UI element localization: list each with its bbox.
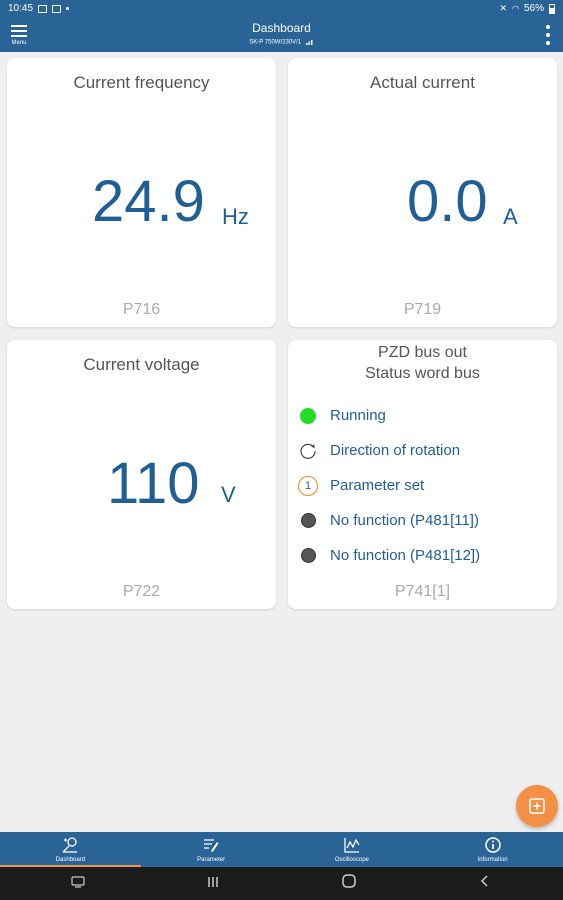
tab-information[interactable]: Information: [422, 832, 563, 867]
voltage-title: Current voltage: [83, 355, 200, 374]
more-dot-icon: [546, 33, 550, 37]
green-dot-icon: [298, 406, 318, 426]
status-item-label: Running: [330, 407, 386, 424]
frequency-card[interactable]: Current frequency 24.9 Hz P716: [7, 58, 276, 327]
more-dot-icon: [546, 41, 550, 45]
status-item-label: Parameter set: [330, 477, 425, 494]
status-item-direction: Direction of rotation: [298, 433, 480, 468]
current-value: 0.0: [407, 169, 488, 234]
battery-icon: [549, 3, 555, 14]
more-dot-icon: [546, 25, 550, 29]
device-subtitle: SK-P 750W/230V/1: [0, 39, 563, 46]
photo-notification-icon: [52, 4, 62, 13]
tab-label: Dashboard: [55, 857, 86, 863]
current-unit: A: [503, 204, 518, 229]
gray-dot-icon: [298, 546, 318, 566]
gray-dot-icon: [298, 511, 318, 531]
tab-parameter[interactable]: Parameter: [141, 832, 282, 867]
tab-label: Information: [477, 857, 508, 863]
recent-apps-icon[interactable]: [206, 875, 220, 893]
frequency-title: Current frequency: [73, 73, 210, 92]
add-box-icon: [529, 798, 545, 814]
home-icon[interactable]: [341, 873, 357, 894]
status-item-running: Running: [298, 398, 480, 433]
parameter-set-one-icon: 1: [298, 475, 318, 496]
status-item-label: No function (P481[11]): [330, 512, 479, 529]
voltage-card[interactable]: Current voltage 110 V P722: [7, 340, 276, 609]
status-item-label: Direction of rotation: [330, 442, 461, 459]
status-param: P741[1]: [394, 583, 451, 600]
voltage-param: P722: [122, 583, 161, 600]
keyboard-switch-icon[interactable]: [71, 875, 85, 893]
wifi-icon: ◠: [512, 4, 519, 13]
add-widget-button[interactable]: [516, 785, 558, 827]
status-time: 10:45: [8, 3, 34, 14]
status-bar: 10:45 ✕ ◠ 56%: [0, 0, 563, 17]
parameter-set-badge: 1: [298, 475, 318, 496]
dashboard-icon: [61, 836, 79, 854]
device-name: SK-P 750W/230V/1: [249, 39, 302, 46]
voltage-unit: V: [221, 482, 236, 507]
notification-dot-icon: [66, 7, 70, 10]
tab-dashboard[interactable]: Dashboard: [0, 832, 141, 867]
page-title: Dashboard: [252, 21, 311, 35]
current-param: P719: [403, 301, 442, 318]
rotation-icon: [298, 441, 318, 461]
status-card-title-line2: Status word bus: [365, 365, 480, 382]
mute-icon: ✕: [499, 3, 507, 13]
more-options-button[interactable]: [545, 25, 551, 45]
bottom-navigation: Dashboard Parameter Oscilloscope Informa…: [0, 832, 563, 867]
parameter-icon: [202, 836, 220, 854]
information-icon: [484, 836, 502, 854]
back-icon[interactable]: [478, 874, 492, 893]
status-card-title-line1: PZD bus out: [378, 344, 467, 361]
signal-icon: [305, 40, 313, 45]
frequency-value: 24.9: [92, 169, 205, 234]
image-notification-icon: [38, 4, 48, 13]
tab-oscilloscope[interactable]: Oscilloscope: [282, 832, 423, 867]
voltage-value: 110: [107, 451, 200, 516]
system-navigation-bar: [0, 867, 563, 900]
oscilloscope-icon: [343, 836, 361, 854]
status-word-card[interactable]: PZD bus out Status word bus Running Dire…: [288, 340, 557, 609]
status-list: Running Direction of rotation 1 Paramete…: [298, 398, 480, 573]
tab-label: Parameter: [197, 857, 226, 863]
frequency-unit: Hz: [222, 204, 249, 229]
status-item-parameter-set: 1 Parameter set: [298, 468, 480, 503]
frequency-param: P716: [122, 301, 161, 318]
status-item-no-function-12: No function (P481[12]): [298, 538, 480, 573]
app-bar: Menu Dashboard SK-P 750W/230V/1: [0, 17, 563, 52]
current-card[interactable]: Actual current 0.0 A P719: [288, 58, 557, 327]
tab-label: Oscilloscope: [334, 857, 369, 863]
battery-percent: 56%: [523, 3, 544, 14]
status-item-label: No function (P481[12]): [330, 547, 481, 564]
status-item-no-function-11: No function (P481[11]): [298, 503, 480, 538]
current-title: Actual current: [370, 73, 475, 92]
